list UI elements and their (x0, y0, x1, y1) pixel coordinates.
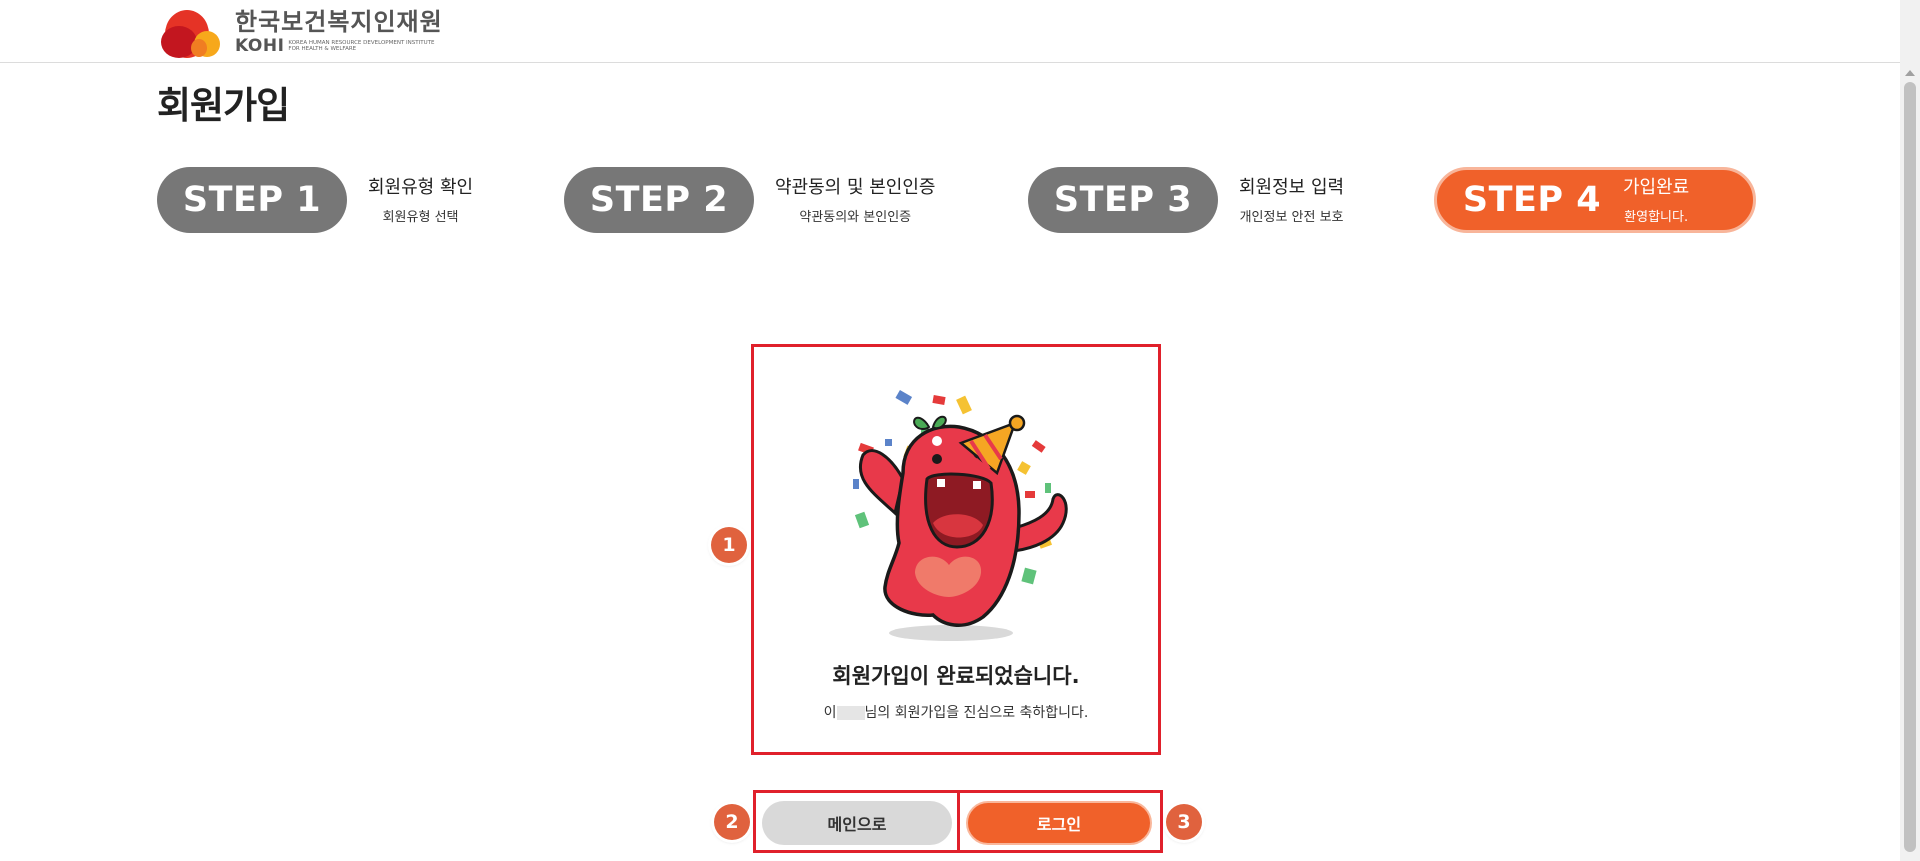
step-4-title: 가입완료 (1623, 176, 1690, 198)
completion-message-prefix: 이 (823, 705, 837, 721)
step-4-active: STEP 4 가입완료 환영합니다. (1434, 167, 1756, 233)
step-2-title: 약관동의 및 본인인증 (775, 176, 936, 198)
kohi-logo-icon (161, 10, 220, 58)
step-1-pill: STEP 1 (157, 167, 347, 233)
scroll-up-arrow-icon[interactable] (1905, 70, 1915, 76)
step-1: STEP 1 회원유형 확인 회원유형 선택 (157, 167, 473, 233)
step-4-pill: STEP 4 (1462, 180, 1602, 220)
step-2: STEP 2 약관동의 및 본인인증 약관동의와 본인인증 (564, 167, 935, 233)
logo-english-name: KOHI (235, 36, 285, 56)
scroll-thumb[interactable] (1904, 82, 1916, 852)
step-3: STEP 3 회원정보 입력 개인정보 안전 보호 (1028, 167, 1344, 233)
step-3-pill: STEP 3 (1028, 167, 1218, 233)
step-4-desc: 환영합니다. (1624, 209, 1689, 225)
kohi-logo[interactable]: 한국보건복지인재원 KOHI KOREA HUMAN RESOURCE DEVE… (157, 4, 443, 60)
login-button[interactable]: 로그인 (966, 801, 1152, 845)
step-3-desc: 개인정보 안전 보호 (1239, 209, 1344, 225)
step-1-title: 회원유형 확인 (368, 176, 474, 198)
page-title: 회원가입 (157, 84, 290, 127)
completion-message-suffix: 님의 회원가입을 진심으로 축하합니다. (864, 705, 1089, 721)
annotation-badge-2: 2 (714, 804, 750, 840)
main-button-highlight: 메인으로 (753, 790, 960, 853)
site-header: 한국보건복지인재원 KOHI KOREA HUMAN RESOURCE DEVE… (0, 0, 1900, 63)
logo-subtitle: KOREA HUMAN RESOURCE DEVELOPMENT INSTITU… (288, 40, 435, 52)
annotation-badge-3: 3 (1166, 804, 1202, 840)
completion-title: 회원가입이 완료되었습니다. (832, 664, 1080, 688)
step-2-desc: 약관동의와 본인인증 (799, 209, 912, 225)
celebration-mascot-icon (853, 390, 1068, 641)
completion-message: 이 님의 회원가입을 진심으로 축하합니다. (754, 702, 1158, 722)
login-button-highlight: 로그인 (957, 790, 1163, 853)
vertical-scrollbar[interactable] (1900, 0, 1920, 861)
masked-user-name (836, 706, 865, 720)
go-to-main-button[interactable]: 메인으로 (762, 801, 952, 845)
step-1-desc: 회원유형 선택 (382, 209, 459, 225)
logo-korean-name: 한국보건복지인재원 (235, 8, 443, 36)
signup-complete-panel: 회원가입이 완료되었습니다. 이 님의 회원가입을 진심으로 축하합니다. (751, 344, 1161, 755)
annotation-badge-1: 1 (711, 527, 747, 563)
step-2-pill: STEP 2 (564, 167, 754, 233)
step-3-title: 회원정보 입력 (1239, 176, 1345, 198)
